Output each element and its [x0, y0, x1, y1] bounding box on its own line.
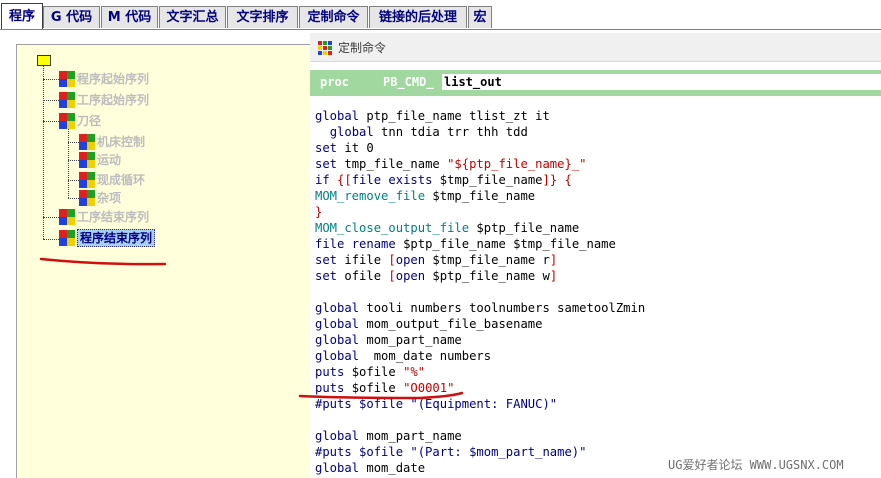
tree-connector	[68, 198, 79, 199]
cube-icon	[79, 152, 95, 168]
tree-node-motion[interactable]: 运动	[79, 151, 121, 169]
cube-icon	[59, 92, 75, 108]
tree-connector	[43, 66, 44, 239]
tree-connector	[68, 180, 79, 181]
code-line: set tmp_file_name "${ptp_file_name}_"	[315, 157, 587, 171]
tree-node-tool-path[interactable]: 刀径	[59, 112, 101, 130]
cube-icon	[79, 134, 95, 150]
tree-connector	[43, 239, 59, 240]
cube-icon	[59, 209, 75, 225]
tree-connector	[43, 100, 59, 101]
tab-linked-post[interactable]: 链接的后处理	[369, 6, 467, 28]
root-folder-icon[interactable]	[37, 55, 51, 66]
window-titlebar[interactable]: 定制命令	[310, 33, 881, 62]
tree-node-miscellaneous[interactable]: 杂项	[79, 189, 121, 207]
tree-connector	[43, 79, 59, 80]
tab-bar: 程序 G 代码 M 代码 文字汇总 文字排序 定制命令 链接的后处理 宏	[0, 0, 881, 30]
code-line: set ofile [open $ptp_file_name w]	[315, 269, 558, 283]
proc-prefix: PB_CMD_	[383, 75, 434, 89]
tree-node-machine-control[interactable]: 机床控制	[79, 133, 145, 151]
code-line: global ptp_file_name tlist_zt it	[315, 109, 550, 123]
tree-node-operation-start[interactable]: 工序起始序列	[59, 91, 149, 109]
tree-connector	[68, 160, 79, 161]
code-line: MOM_close_output_file $ptp_file_name	[315, 221, 580, 235]
tab-m-code[interactable]: M 代码	[101, 6, 158, 28]
tab-custom-command[interactable]: 定制命令	[299, 6, 368, 28]
code-line: global mom_date numbers	[315, 349, 492, 363]
proc-name-input[interactable]: list_out	[442, 74, 881, 90]
tree-node-label: 刀径	[77, 114, 102, 128]
custom-command-window: 定制命令 proc PB_CMD_ list_out global ptp_fi…	[310, 33, 881, 477]
tab-macro[interactable]: 宏	[468, 6, 492, 28]
tree-node-label: 机床控制	[97, 135, 146, 149]
program-tree	[16, 44, 311, 478]
tree-node-canned-cycle[interactable]: 现成循环	[79, 171, 145, 189]
code-line: }	[315, 205, 323, 219]
tree-node-label: 杂项	[97, 191, 122, 205]
code-line: if {[file exists $tmp_file_name]} {	[315, 173, 572, 187]
tree-node-label: 现成循环	[97, 173, 146, 187]
tree-node-operation-end[interactable]: 工序结束序列	[59, 208, 149, 226]
code-line: global mom_part_name	[315, 333, 462, 347]
proc-keyword: proc	[320, 75, 349, 89]
code-line: global mom_part_name	[315, 429, 462, 443]
code-line: set ifile [open $tmp_file_name r]	[315, 253, 558, 267]
code-line: global tooli numbers toolnumbers sametoo…	[315, 301, 646, 315]
tree-node-label: 工序结束序列	[77, 210, 150, 224]
tree-node-label: 程序起始序列	[77, 72, 150, 86]
code-line: file rename $ptp_file_name $tmp_file_nam…	[315, 237, 616, 251]
tree-node-program-start[interactable]: 程序起始序列	[59, 70, 149, 88]
tree-node-label: 运动	[97, 153, 122, 167]
cube-icon	[79, 172, 95, 188]
proc-header-bar: proc PB_CMD_ list_out	[310, 70, 881, 96]
code-line: #puts $ofile "(Equipment: FANUC)"	[315, 397, 558, 411]
tab-word-summary[interactable]: 文字汇总	[159, 6, 226, 28]
cube-icon	[59, 230, 75, 246]
code-editor[interactable]: global ptp_file_name tlist_zt it global …	[315, 108, 875, 476]
code-line: puts $ofile "O0001"	[315, 381, 455, 395]
tree-connector	[68, 128, 69, 198]
tab-program[interactable]: 程序	[1, 3, 43, 30]
code-line: global tnn tdia trr thh tdd	[329, 125, 528, 139]
app-grid-icon	[318, 41, 332, 55]
tab-word-sequence[interactable]: 文字排序	[227, 6, 298, 28]
cube-icon	[79, 190, 95, 206]
tree-connector	[68, 142, 79, 143]
code-line: MOM_remove_file $tmp_file_name	[315, 189, 536, 203]
cube-icon	[59, 71, 75, 87]
tree-node-label: 程序结束序列	[77, 229, 156, 247]
tree-node-label: 工序起始序列	[77, 93, 150, 107]
cube-icon	[59, 113, 75, 129]
watermark: UG爱好者论坛 WWW.UGSNX.COM	[668, 458, 844, 472]
window-title: 定制命令	[338, 41, 387, 55]
code-line: puts $ofile "%"	[315, 365, 426, 379]
code-line: set it 0	[315, 141, 374, 155]
tree-connector	[43, 217, 59, 218]
code-line: global mom_output_file_basename	[315, 317, 543, 331]
tab-g-code[interactable]: G 代码	[43, 6, 100, 28]
tree-node-program-end[interactable]: 程序结束序列	[59, 229, 156, 247]
tree-connector	[43, 121, 59, 122]
